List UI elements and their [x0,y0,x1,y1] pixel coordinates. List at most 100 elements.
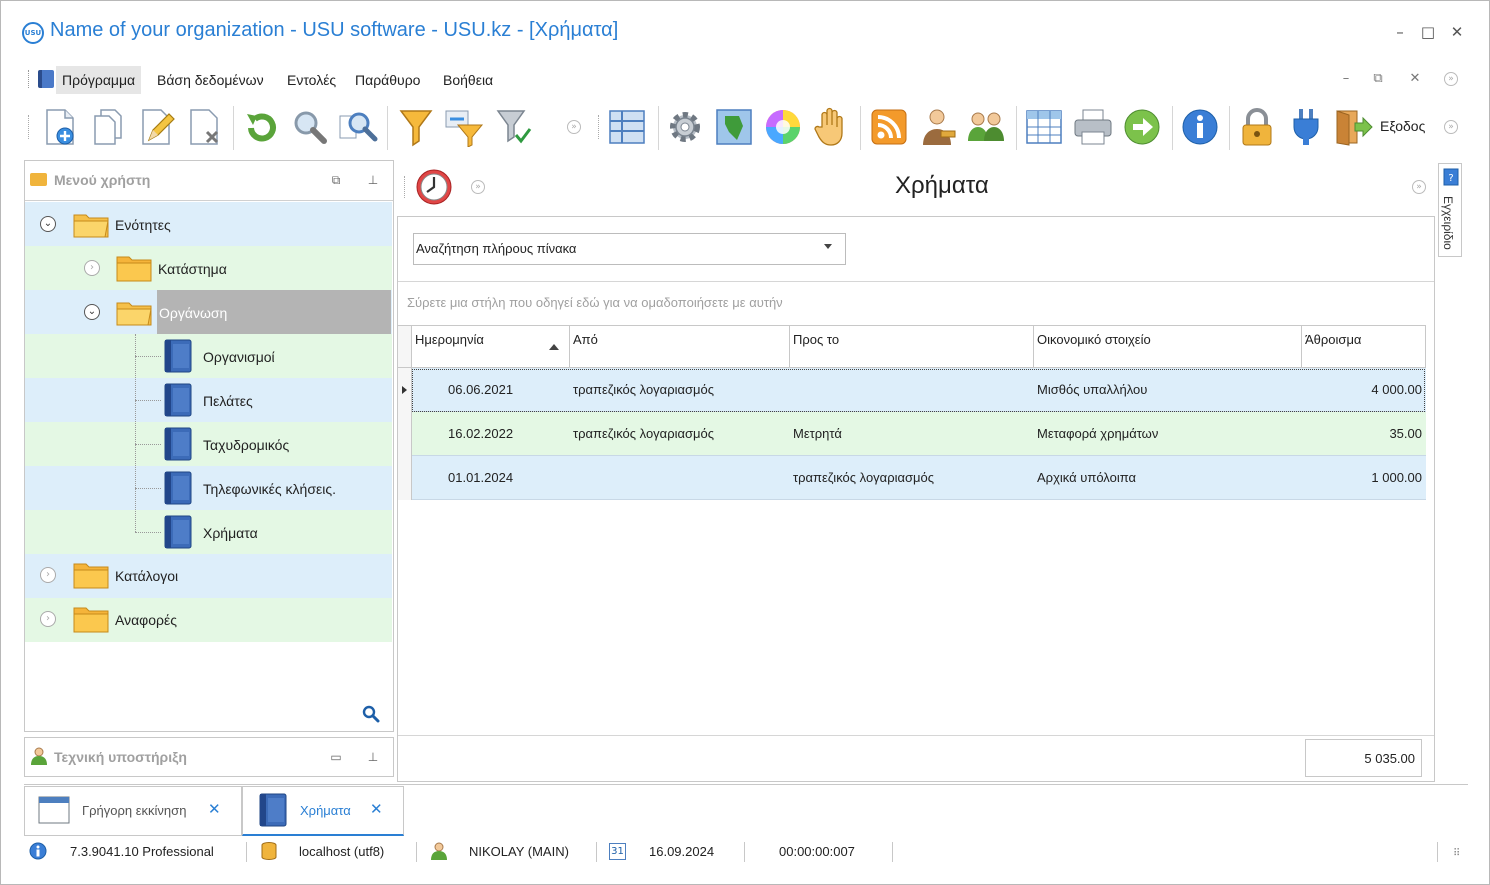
menu-commands[interactable]: Εντολές [281,66,342,94]
mdi-restore-button[interactable]: ⧉ [1369,70,1387,88]
folder-icon [73,607,109,633]
collapse-expander-icon[interactable]: ⌄ [40,216,56,232]
tree-label-mail[interactable]: Ταχυδρομικός [203,437,289,453]
toolbar-separator [860,106,861,150]
toolbar-overflow-icon[interactable]: » [567,120,581,134]
expand-expander-icon[interactable]: › [40,611,56,627]
book-icon [164,515,192,549]
plug-icon[interactable] [1286,106,1326,148]
menu-overflow-icon[interactable]: » [1444,72,1458,86]
tree-label-organizations[interactable]: Οργανισμοί [203,349,275,365]
cell-amount[interactable]: 1 000.00 [1305,456,1422,500]
cell-to[interactable]: Μετρητά [793,412,842,456]
cell-date[interactable]: 01.01.2024 [448,456,513,500]
advanced-search-icon[interactable] [338,106,378,148]
maximize-panel-icon[interactable]: ▭ [328,749,344,765]
filter-settings-icon[interactable] [444,106,484,148]
clear-filter-icon[interactable] [494,106,534,148]
close-tab-icon[interactable]: ✕ [370,800,383,818]
cell-financial-item[interactable]: Αρχικά υπόλοιπα [1037,456,1136,500]
toolbar-overflow-icon[interactable]: » [1444,120,1458,134]
tree-label-catalogs[interactable]: Κατάλογοι [115,568,178,584]
row-indicator[interactable] [398,456,412,500]
cell-from[interactable]: τραπεζικός λογαριασμός [573,412,714,456]
chevron-down-icon[interactable] [824,244,832,249]
table-row[interactable] [398,412,1426,456]
pin-icon[interactable]: ⊥ [365,172,381,188]
search-icon[interactable] [362,705,380,723]
print-icon[interactable] [1073,106,1113,148]
rss-icon[interactable] [869,106,909,148]
filter-icon[interactable] [396,106,436,148]
refresh-icon[interactable] [242,106,282,148]
row-indicator[interactable] [398,368,412,412]
toolbar-grip [28,115,31,139]
close-button[interactable]: ✕ [1447,22,1467,42]
tree-label-sections[interactable]: Ενότητες [115,217,171,233]
mdi-minimize-button[interactable]: – [1337,70,1355,88]
menu-help[interactable]: Βοήθεια [437,66,499,94]
column-header-date[interactable]: Ημερομηνία [412,325,570,368]
float-panel-icon[interactable]: ⧉ [328,172,344,188]
main-overflow-icon[interactable]: » [471,180,485,194]
tree-label-money[interactable]: Χρήματα [203,525,258,541]
tree-label-customers[interactable]: Πελάτες [203,393,253,409]
column-header-from[interactable]: Από [570,325,790,368]
expand-expander-icon[interactable]: › [84,260,100,276]
forward-arrow-icon[interactable] [1122,106,1162,148]
tree-label-organization[interactable]: Οργάνωση [159,305,227,321]
tree-label-phone-calls[interactable]: Τηλεφωνικές κλήσεις. [203,481,336,497]
resize-grip-icon[interactable]: ⠿ [1453,848,1460,859]
delete-document-icon[interactable] [185,106,225,148]
edit-document-icon[interactable] [137,106,177,148]
exit-door-icon[interactable] [1333,106,1373,148]
manual-label[interactable]: Εγχειρίδιο [1441,196,1455,250]
status-timer: 00:00:00:007 [779,844,855,859]
minimize-button[interactable]: – [1390,22,1410,42]
grid-view-icon[interactable] [607,106,647,148]
search-icon[interactable] [290,106,330,148]
cell-financial-item[interactable]: Μεταφορά χρημάτων [1037,412,1158,456]
column-header-financial-item[interactable]: Οικονομικό στοιχείο [1034,325,1302,368]
mdi-close-button[interactable]: ✕ [1406,70,1424,88]
users-group-icon[interactable] [966,106,1006,148]
collapse-expander-icon[interactable]: ⌄ [84,304,100,320]
menu-grip [28,70,31,88]
lock-icon[interactable] [1237,106,1277,148]
user-key-icon[interactable] [918,106,958,148]
table-icon[interactable] [1024,106,1064,148]
column-header-label: Από [573,332,598,347]
search-combo-text[interactable]: Αναζήτηση πλήρους πίνακα [416,241,576,256]
main-overflow-icon[interactable]: » [1412,180,1426,194]
column-header-to[interactable]: Προς το [790,325,1034,368]
row-indicator[interactable] [398,412,412,456]
app-menu-icon[interactable] [38,70,54,88]
pin-icon[interactable]: ⊥ [365,749,381,765]
tab-label[interactable]: Χρήματα [300,803,351,818]
copy-document-icon[interactable] [88,106,128,148]
tab-label[interactable]: Γρήγορη εκκίνηση [82,803,186,818]
menu-database[interactable]: Βάση δεδομένων [151,66,270,94]
cell-to[interactable]: τραπεζικός λογαριασμός [793,456,934,500]
menu-window[interactable]: Παράθυρο [349,66,426,94]
close-tab-icon[interactable]: ✕ [208,800,221,818]
map-icon[interactable] [714,106,754,148]
settings-gear-icon[interactable] [665,106,705,148]
open-folder-icon [73,214,109,238]
maximize-button[interactable]: □ [1418,22,1438,42]
exit-label[interactable]: Εξοδος [1380,118,1425,134]
column-header-sum[interactable]: Άθροισμα [1302,325,1426,368]
menu-program[interactable]: Πρόγραμμα [56,66,142,94]
add-document-icon[interactable] [40,106,80,148]
color-wheel-icon[interactable] [763,106,803,148]
expand-expander-icon[interactable]: › [40,567,56,583]
tech-support-title[interactable]: Τεχνική υποστήριξη [54,749,187,765]
tree-label-reports[interactable]: Αναφορές [115,612,177,628]
toolbar-separator [387,106,388,150]
hand-icon[interactable] [811,106,851,148]
tree-connector [135,400,161,401]
tree-label-store[interactable]: Κατάστημα [158,261,227,277]
cell-amount[interactable]: 35.00 [1305,412,1422,456]
info-icon[interactable] [1180,106,1220,148]
cell-date[interactable]: 16.02.2022 [448,412,513,456]
